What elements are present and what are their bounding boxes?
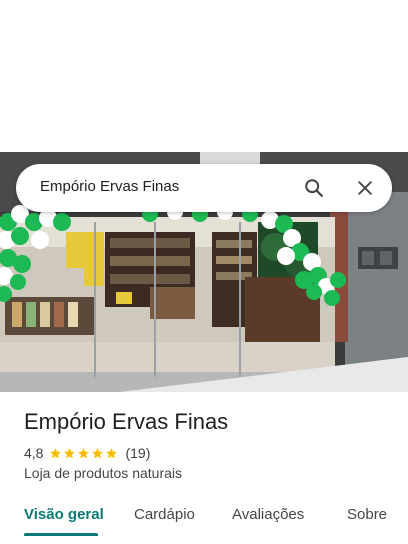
tab-about[interactable]: Sobre — [347, 506, 387, 523]
star-icon — [50, 447, 62, 458]
rating-row[interactable]: 4,8 (19) — [24, 443, 150, 463]
tab-reviews[interactable]: Avaliações — [232, 506, 304, 523]
place-title: Empório Ervas Finas — [24, 409, 229, 434]
search-bar[interactable]: Empório Ervas Finas — [16, 164, 392, 212]
star-icon — [92, 447, 104, 458]
close-icon[interactable] — [353, 176, 377, 200]
star-icon — [64, 447, 76, 458]
star-icon — [78, 447, 90, 458]
search-icon[interactable] — [302, 176, 326, 200]
rating-value: 4,8 — [24, 445, 44, 461]
place-category: Loja de produtos naturais — [24, 465, 182, 481]
tab-menu[interactable]: Cardápio — [134, 506, 195, 523]
review-count[interactable]: (19) — [125, 445, 150, 461]
tab-overview[interactable]: Visão geral — [24, 506, 104, 523]
tab-bar: Visão geral Cardápio Avaliações Sobre — [0, 496, 408, 544]
blank-top-area — [0, 0, 408, 152]
active-tab-indicator — [24, 533, 98, 536]
search-input[interactable]: Empório Ervas Finas — [40, 178, 179, 195]
star-icon — [106, 447, 118, 458]
star-rating — [49, 447, 119, 460]
